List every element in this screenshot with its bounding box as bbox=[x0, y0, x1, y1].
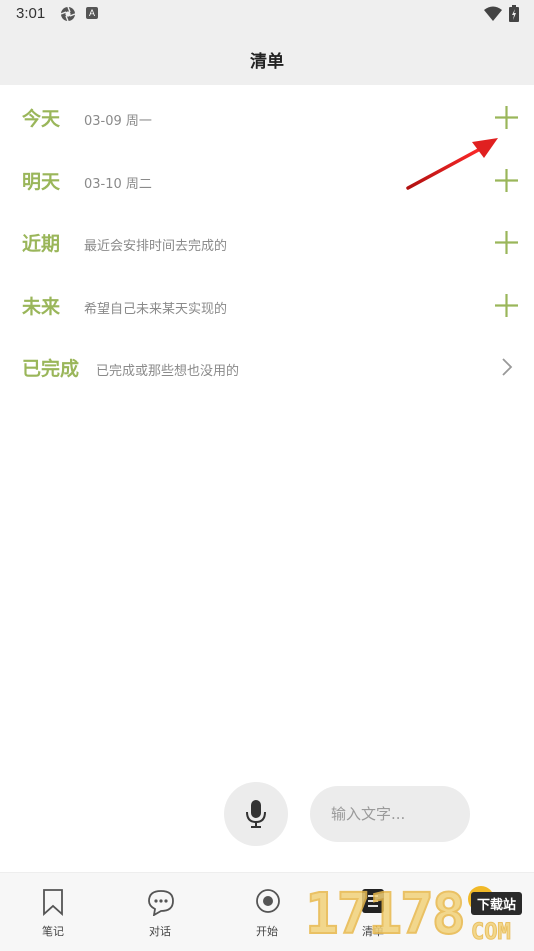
tab-label: 开始 bbox=[256, 925, 278, 938]
list-item-future[interactable]: 未来 希望自己未来某天实现的 bbox=[0, 273, 534, 335]
list-item-title: 近期 bbox=[22, 233, 61, 255]
mic-button[interactable] bbox=[224, 782, 288, 846]
watermark-badge: 下载站 bbox=[471, 892, 523, 915]
tab-start[interactable]: 开始 bbox=[227, 873, 307, 943]
tab-label: 对话 bbox=[149, 925, 171, 938]
wifi-icon bbox=[484, 6, 502, 21]
list-item-title: 明天 bbox=[22, 171, 61, 193]
watermark-digits: 17178 bbox=[304, 881, 467, 948]
chat-bubble-icon bbox=[148, 890, 174, 916]
list-item-title: 未来 bbox=[22, 296, 61, 318]
record-icon bbox=[256, 889, 280, 913]
aperture-icon bbox=[60, 6, 76, 22]
list-item-recent[interactable]: 近期 最近会安排时间去完成的 bbox=[0, 210, 534, 272]
status-bar: 3:01 A bbox=[0, 0, 534, 28]
tab-chat[interactable]: 对话 bbox=[120, 873, 200, 943]
list-item-subtitle: 已完成或那些想也没用的 bbox=[96, 364, 240, 379]
status-time: 3:01 bbox=[16, 5, 46, 22]
list-item-today[interactable]: 今天 03-09 周一 bbox=[0, 85, 534, 147]
header: 清单 bbox=[0, 28, 534, 85]
tab-notes[interactable]: 笔记 bbox=[13, 873, 93, 943]
plus-icon[interactable] bbox=[494, 293, 519, 318]
plus-icon[interactable] bbox=[494, 168, 519, 193]
list-item-subtitle: 03-09 周一 bbox=[84, 114, 152, 129]
battery-icon bbox=[509, 5, 519, 22]
list-item-completed[interactable]: 已完成 已完成或那些想也没用的 bbox=[0, 335, 534, 397]
list-item-tomorrow[interactable]: 明天 03-10 周二 bbox=[0, 148, 534, 210]
tab-label: 笔记 bbox=[42, 925, 64, 938]
microphone-icon bbox=[246, 800, 266, 828]
list-item-subtitle: 最近会安排时间去完成的 bbox=[84, 239, 228, 254]
chevron-right-icon[interactable] bbox=[500, 357, 514, 377]
page-title: 清单 bbox=[250, 52, 284, 72]
plus-icon[interactable] bbox=[494, 230, 519, 255]
watermark-logo: 17178 下载站 COM bbox=[304, 881, 534, 950]
text-input[interactable] bbox=[310, 786, 470, 842]
list-item-title: 已完成 bbox=[22, 358, 80, 380]
list-item-subtitle: 03-10 周二 bbox=[84, 177, 152, 192]
keyboard-a-icon: A bbox=[86, 7, 98, 19]
list-item-title: 今天 bbox=[22, 108, 61, 130]
plus-icon[interactable] bbox=[494, 105, 519, 130]
list-item-subtitle: 希望自己未来某天实现的 bbox=[84, 302, 228, 317]
bookmark-icon bbox=[43, 889, 63, 916]
watermark-com: COM bbox=[471, 920, 512, 946]
